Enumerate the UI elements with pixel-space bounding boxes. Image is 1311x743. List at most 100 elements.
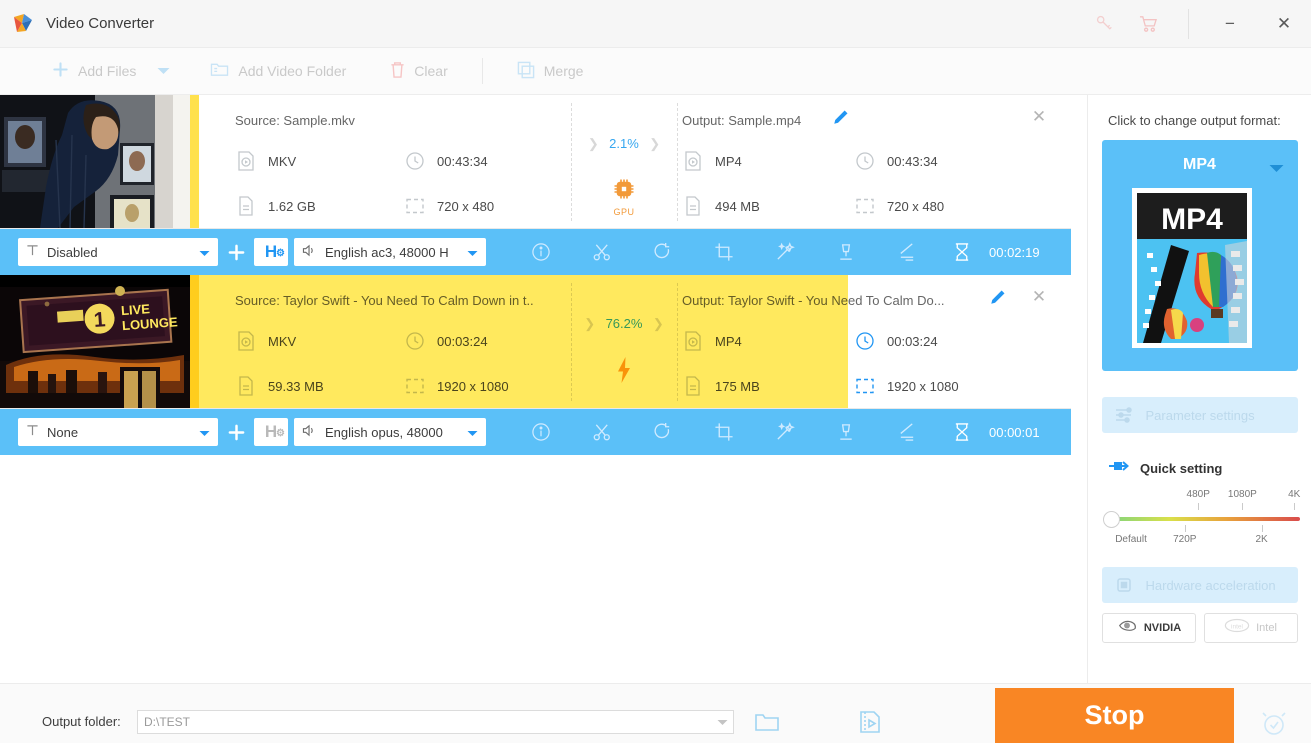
- eta-value: 00:00:01: [989, 424, 1040, 440]
- titlebar-divider: [1188, 8, 1189, 39]
- file-icon: [235, 375, 257, 397]
- watermark-icon[interactable]: [815, 409, 876, 455]
- watermark-icon[interactable]: [815, 229, 876, 275]
- gpu-label: GPU: [613, 207, 635, 217]
- close-button[interactable]: ✕: [1257, 0, 1311, 48]
- rotate-icon[interactable]: [632, 409, 693, 455]
- clear-label: Clear: [414, 63, 448, 79]
- subtitle-icon: [26, 244, 39, 260]
- key-icon[interactable]: [1082, 0, 1126, 48]
- output-resolution-value: 720 x 480: [887, 198, 945, 214]
- audio-select[interactable]: English ac3, 48000 H: [294, 238, 486, 266]
- cart-icon[interactable]: [1126, 0, 1170, 48]
- source-duration: 00:43:34: [404, 150, 488, 172]
- subtitle-edit-icon[interactable]: [876, 409, 937, 455]
- svg-text:intel: intel: [1231, 623, 1243, 630]
- audio-value: English ac3, 48000 H: [325, 244, 449, 260]
- file-card[interactable]: 1 LIVE LOUNGE Source: Taylor Swift - You…: [0, 275, 1071, 409]
- clock-icon: [404, 150, 426, 172]
- output-format-card[interactable]: MP4 MP4: [1101, 140, 1298, 371]
- intel-icon: intel: [1224, 618, 1250, 638]
- add-video-folder-button[interactable]: Add Video Folder: [200, 48, 356, 95]
- clock-icon: [404, 330, 426, 352]
- video-thumbnail: [0, 95, 190, 228]
- add-files-label: Add Files: [78, 63, 137, 79]
- nvidia-toggle[interactable]: NVIDIA: [1101, 613, 1196, 643]
- chevron-down-icon[interactable]: [711, 711, 733, 733]
- file-icon: [235, 195, 257, 217]
- minimize-button[interactable]: −: [1203, 0, 1257, 48]
- source-format-value: MKV: [268, 333, 297, 349]
- parameter-settings-label: Parameter settings: [1145, 407, 1255, 423]
- rotate-icon[interactable]: [632, 229, 693, 275]
- subtitle-select[interactable]: Disabled: [18, 238, 218, 266]
- add-subtitle-button[interactable]: [218, 409, 254, 455]
- audio-select[interactable]: English opus, 48000: [294, 418, 486, 446]
- output-file-label: Output: Taylor Swift - You Need To Calm …: [682, 293, 945, 308]
- add-files-button[interactable]: Add Files: [42, 48, 146, 95]
- source-format: MKV: [235, 150, 296, 172]
- chevron-down-icon: [467, 425, 478, 440]
- file-card[interactable]: Source: Sample.mkv Output: Sample.mp4 ✕: [0, 95, 1071, 229]
- sliders-icon: [1114, 405, 1134, 425]
- media-library-button[interactable]: [856, 708, 886, 736]
- output-format: MP4: [682, 150, 742, 172]
- merge-button[interactable]: Merge: [507, 48, 594, 95]
- video-file-icon: [235, 150, 257, 172]
- edit-output-name-icon[interactable]: [832, 109, 849, 131]
- tick-mark: [1261, 525, 1263, 532]
- hardware-acceleration-button[interactable]: Hardware acceleration: [1101, 567, 1298, 603]
- resolution-icon: [854, 195, 876, 217]
- intel-toggle[interactable]: intel Intel: [1203, 613, 1298, 643]
- source-file-label: Source: Taylor Swift - You Need To Calm …: [235, 293, 534, 308]
- clock-icon: [854, 150, 876, 172]
- chevron-down-icon[interactable]: [1269, 160, 1284, 178]
- crop-icon[interactable]: [693, 229, 754, 275]
- edit-output-name-icon[interactable]: [989, 289, 1006, 311]
- app-logo-icon: [10, 11, 36, 37]
- effect-wand-icon[interactable]: [754, 229, 815, 275]
- source-duration: 00:03:24: [404, 330, 488, 352]
- file-list: Source: Sample.mkv Output: Sample.mp4 ✕: [0, 95, 1071, 683]
- open-output-folder-button[interactable]: [752, 708, 782, 736]
- crop-icon[interactable]: [693, 409, 754, 455]
- slider-handle[interactable]: [1103, 511, 1120, 528]
- add-subtitle-button[interactable]: [218, 229, 254, 275]
- clear-button[interactable]: Clear: [380, 48, 457, 95]
- video-file-icon: [682, 150, 704, 172]
- column-divider: [677, 103, 678, 221]
- output-duration: 00:43:34: [854, 150, 938, 172]
- parameter-settings-button[interactable]: Parameter settings: [1101, 397, 1298, 433]
- cut-icon[interactable]: [571, 229, 632, 275]
- codec-button[interactable]: H ⚙: [254, 418, 288, 446]
- alarm-clock-icon[interactable]: [1258, 708, 1290, 738]
- effect-wand-icon[interactable]: [754, 409, 815, 455]
- subtitle-select[interactable]: None: [18, 418, 218, 446]
- output-size-value: 494 MB: [715, 198, 760, 214]
- source-resolution-value: 1920 x 1080: [437, 378, 509, 394]
- add-video-folder-label: Add Video Folder: [238, 63, 347, 79]
- output-folder-label: Output folder:: [42, 714, 121, 729]
- stop-button[interactable]: Stop: [995, 688, 1234, 743]
- add-files-dropdown-caret[interactable]: [146, 67, 180, 75]
- tick-mark: [1198, 503, 1200, 510]
- cut-icon[interactable]: [571, 409, 632, 455]
- intel-label: Intel: [1256, 622, 1277, 634]
- slider-track[interactable]: [1108, 517, 1300, 521]
- merge-icon: [517, 61, 535, 82]
- output-duration-value: 00:43:34: [887, 153, 938, 169]
- info-icon[interactable]: [510, 409, 571, 455]
- source-size-value: 59.33 MB: [268, 378, 324, 394]
- subtitle-edit-icon[interactable]: [876, 229, 937, 275]
- video-thumbnail: 1 LIVE LOUNGE: [0, 275, 190, 408]
- chip-icon: [1114, 575, 1134, 595]
- remove-file-button[interactable]: ✕: [1027, 105, 1051, 129]
- chevron-right-icon: ❯: [649, 136, 661, 151]
- output-folder-value: D:\TEST: [144, 715, 191, 729]
- output-folder-input[interactable]: D:\TEST: [137, 710, 734, 734]
- quality-slider[interactable]: 480P 1080P 4K Default 720P 2K: [1103, 489, 1300, 549]
- eta-hourglass-icon: [937, 409, 987, 455]
- info-icon[interactable]: [510, 229, 571, 275]
- remove-file-button[interactable]: ✕: [1027, 285, 1051, 309]
- codec-button[interactable]: H ⚙: [254, 238, 288, 266]
